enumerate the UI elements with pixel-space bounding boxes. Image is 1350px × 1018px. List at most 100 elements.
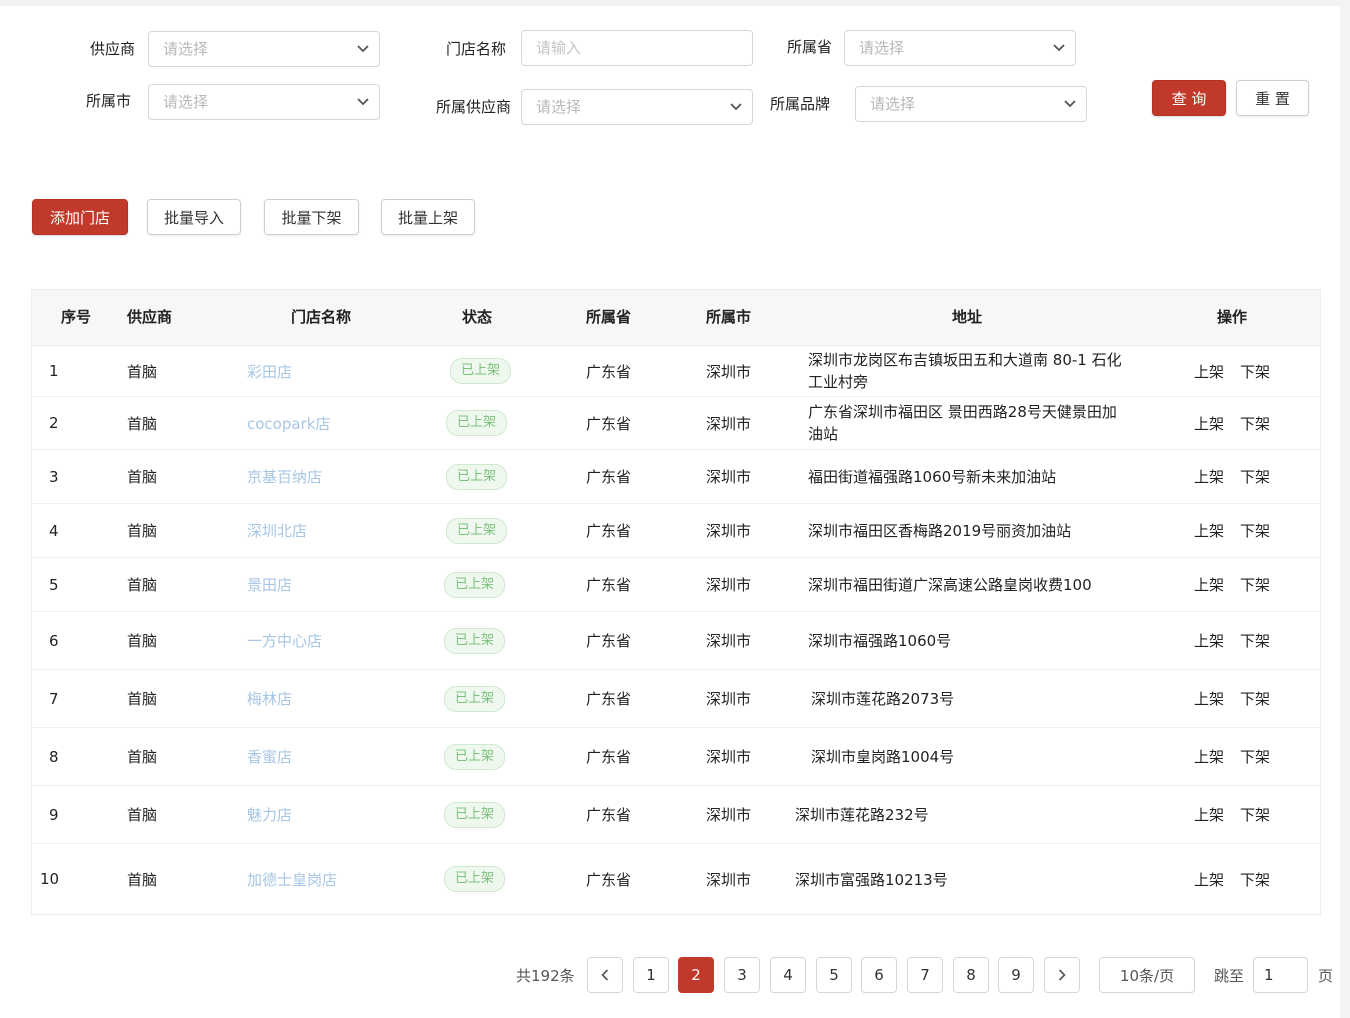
cell-index: 7 — [49, 689, 59, 708]
online-link[interactable]: 上架 — [1194, 466, 1224, 487]
status-badge: 已上架 — [444, 801, 506, 828]
status-badge: 已上架 — [444, 866, 506, 892]
cell-province: 广东省 — [586, 576, 632, 594]
table-header: 序号 供应商 门店名称 状态 所属省 所属市 地址 操作 — [32, 290, 1320, 346]
cell-supplier: 首脑 — [127, 748, 158, 766]
cell-province: 广东省 — [586, 468, 632, 486]
cell-index: 2 — [49, 414, 59, 432]
table-row: 9 首脑 魅力店 已上架 广东省 深圳市 深圳市莲花路232号 上架 下架 — [32, 786, 1320, 844]
cell-store-link[interactable]: 魅力店 — [247, 786, 292, 843]
chevron-down-icon — [1053, 31, 1065, 65]
cell-city: 深圳市 — [706, 870, 752, 889]
cell-province: 广东省 — [586, 632, 632, 650]
offline-link[interactable]: 下架 — [1240, 630, 1270, 651]
offline-link[interactable]: 下架 — [1240, 413, 1270, 434]
online-link[interactable]: 上架 — [1194, 688, 1224, 709]
offline-link[interactable]: 下架 — [1240, 869, 1270, 890]
city-select[interactable]: 请选择 — [148, 84, 380, 120]
city-label: 所属市 — [86, 92, 132, 110]
reset-button[interactable]: 重 置 — [1236, 80, 1309, 116]
online-link[interactable]: 上架 — [1194, 804, 1224, 825]
cell-address: 深圳市福田街道广深高速公路皇岗收费100 — [808, 576, 1092, 594]
page-button[interactable]: 6 — [861, 957, 897, 993]
cell-city: 深圳市 — [706, 468, 752, 486]
cell-supplier: 首脑 — [127, 362, 158, 381]
offline-link[interactable]: 下架 — [1240, 574, 1270, 595]
chevron-down-icon — [730, 90, 742, 124]
cell-store-link[interactable]: cocopark店 — [247, 397, 330, 449]
online-link[interactable]: 上架 — [1194, 574, 1224, 595]
online-link[interactable]: 上架 — [1194, 520, 1224, 541]
cell-store-link[interactable]: 加德士皇岗店 — [247, 844, 337, 914]
page-size-select[interactable]: 10条/页 — [1099, 957, 1195, 993]
page-button[interactable]: 4 — [770, 957, 806, 993]
add-store-button[interactable]: 添加门店 — [32, 199, 128, 235]
supplier-select[interactable]: 请选择 — [148, 31, 380, 67]
offline-link[interactable]: 下架 — [1240, 688, 1270, 709]
supplier-select-value: 请选择 — [163, 40, 209, 58]
cell-address: 深圳市福强路1060号 — [808, 632, 952, 650]
jump-suffix: 页 — [1318, 967, 1334, 985]
status-badge: 已上架 — [446, 517, 508, 544]
online-link[interactable]: 上架 — [1194, 630, 1224, 651]
page-button[interactable]: 9 — [998, 957, 1034, 993]
offline-link[interactable]: 下架 — [1240, 520, 1270, 541]
cell-store-link[interactable]: 深圳北店 — [247, 504, 307, 557]
chevron-down-icon — [1064, 87, 1076, 121]
page-button-current[interactable]: 2 — [678, 957, 714, 993]
header-status: 状态 — [462, 308, 493, 326]
cell-index: 4 — [49, 521, 59, 540]
province-select[interactable]: 请选择 — [844, 30, 1076, 66]
cell-province: 广东省 — [586, 690, 632, 708]
page-button[interactable]: 8 — [953, 957, 989, 993]
cell-province: 广东省 — [586, 806, 632, 824]
status-badge: 已上架 — [446, 410, 508, 436]
cell-index: 6 — [49, 631, 59, 650]
cell-store-link[interactable]: 景田店 — [247, 558, 292, 611]
cell-store-link[interactable]: 香蜜店 — [247, 728, 292, 785]
prev-page-button[interactable] — [587, 957, 623, 993]
brand-select[interactable]: 请选择 — [855, 86, 1087, 122]
online-link[interactable]: 上架 — [1194, 361, 1224, 382]
jump-label: 跳至 — [1214, 967, 1245, 985]
status-badge: 已上架 — [450, 358, 512, 384]
province-select-value: 请选择 — [859, 39, 905, 57]
online-link[interactable]: 上架 — [1194, 746, 1224, 767]
cell-store-link[interactable]: 梅林店 — [247, 670, 292, 727]
cell-supplier: 首脑 — [127, 690, 158, 708]
store-name-input[interactable] — [521, 30, 753, 66]
status-badge: 已上架 — [444, 627, 506, 654]
owner-supplier-select[interactable]: 请选择 — [521, 89, 753, 125]
table-row: 2 首脑 cocopark店 已上架 广东省 深圳市 广东省深圳市福田区 景田西… — [32, 397, 1320, 450]
status-badge: 已上架 — [444, 571, 506, 598]
offline-link[interactable]: 下架 — [1240, 466, 1270, 487]
table-row: 4 首脑 深圳北店 已上架 广东省 深圳市 深圳市福田区香梅路2019号丽资加油… — [32, 504, 1320, 558]
status-badge: 已上架 — [444, 743, 506, 770]
online-link[interactable]: 上架 — [1194, 413, 1224, 434]
cell-store-link[interactable]: 京基百纳店 — [247, 450, 322, 503]
brand-select-value: 请选择 — [870, 95, 916, 113]
page-button[interactable]: 1 — [633, 957, 669, 993]
page-button[interactable]: 5 — [816, 957, 852, 993]
cell-supplier: 首脑 — [127, 414, 158, 433]
query-button[interactable]: 查 询 — [1152, 80, 1226, 116]
table-row: 8 首脑 香蜜店 已上架 广东省 深圳市 深圳市皇岗路1004号 上架 下架 — [32, 728, 1320, 786]
offline-link[interactable]: 下架 — [1240, 804, 1270, 825]
batch-offline-button[interactable]: 批量下架 — [264, 199, 359, 235]
cell-supplier: 首脑 — [127, 806, 158, 824]
page-button[interactable]: 7 — [907, 957, 943, 993]
table-row: 1 首脑 彩田店 已上架 广东省 深圳市 深圳市龙岗区布吉镇坂田五和大道南 80… — [32, 346, 1320, 397]
offline-link[interactable]: 下架 — [1240, 746, 1270, 767]
cell-store-link[interactable]: 彩田店 — [247, 346, 292, 396]
batch-import-button[interactable]: 批量导入 — [147, 199, 241, 235]
online-link[interactable]: 上架 — [1194, 869, 1224, 890]
next-page-button[interactable] — [1044, 957, 1080, 993]
cell-index: 8 — [49, 747, 59, 766]
cell-store-link[interactable]: 一方中心店 — [247, 612, 322, 669]
offline-link[interactable]: 下架 — [1240, 361, 1270, 382]
page-button[interactable]: 3 — [724, 957, 760, 993]
batch-online-button[interactable]: 批量上架 — [381, 199, 475, 235]
jump-page-input[interactable] — [1253, 957, 1308, 993]
cell-index: 10 — [40, 870, 60, 888]
cell-province: 广东省 — [586, 362, 632, 381]
